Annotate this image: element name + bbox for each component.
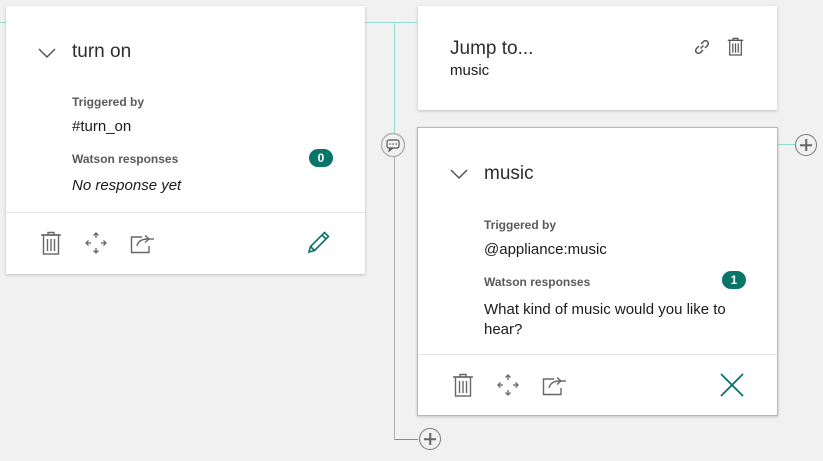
trash-icon[interactable] [452,373,474,397]
export-icon[interactable] [130,232,156,254]
watson-responses-label: Watson responses [484,275,591,289]
divider [6,212,365,213]
node-card-turn-on[interactable]: turn on Triggered by #turn_on Watson res… [6,6,365,274]
chat-icon[interactable] [380,132,406,158]
node-title[interactable]: turn on [72,41,131,63]
edit-icon[interactable] [306,229,332,255]
connector-line-bottom [394,439,418,440]
triggered-by-label: Triggered by [484,218,557,232]
triggered-by-label: Triggered by [72,95,145,109]
export-icon[interactable] [542,374,568,396]
response-text: No response yet [72,177,182,194]
add-sibling-node-plus-circle-icon[interactable] [419,428,441,450]
response-count-badge: 1 [722,271,746,289]
node-card-jump-to[interactable]: Jump to... music [418,6,777,110]
node-card-music[interactable]: music Triggered by @appliance:music Wats… [417,127,778,416]
move-icon[interactable] [84,231,108,255]
close-icon[interactable] [719,372,745,398]
divider [418,354,777,355]
response-text: What kind of music would you like to hea… [484,301,726,338]
connector-line-bottom-vertical [394,150,395,440]
response-count-badge: 0 [309,149,333,167]
move-icon[interactable] [496,373,520,397]
link-icon[interactable] [693,38,711,56]
chevron-down-icon[interactable] [38,47,56,59]
connector-line-right [777,144,795,145]
node-title[interactable]: music [484,163,534,185]
trash-icon[interactable] [40,231,62,255]
add-child-node-plus-circle-icon[interactable] [795,134,817,156]
jump-target: music [450,62,490,79]
watson-responses-label: Watson responses [72,152,179,166]
chevron-down-icon[interactable] [450,168,468,180]
trigger-value: @appliance:music [484,241,607,258]
trash-icon[interactable] [727,37,744,56]
jump-to-title[interactable]: Jump to... [450,38,533,60]
trigger-value: #turn_on [72,118,132,135]
